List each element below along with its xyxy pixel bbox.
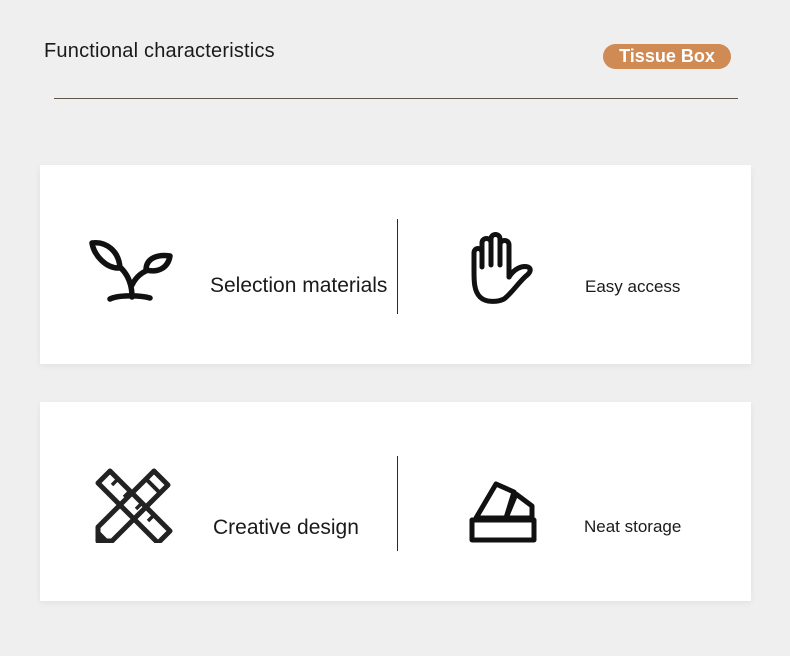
tissue-box-icon [460,474,546,550]
product-tag: Tissue Box [603,44,731,69]
hand-icon [464,231,550,307]
feature-label: Selection materials [210,274,388,297]
card-divider [397,456,398,551]
page-title: Functional characteristics [44,40,275,62]
feature-label: Neat storage [584,517,682,536]
feature-label: Easy access [585,277,681,296]
feature-card-bottom: Creative design Neat storage [40,402,751,601]
pencil-ruler-icon [90,467,176,543]
sprout-icon [88,235,174,311]
header-divider [54,98,738,99]
card-divider [397,219,398,314]
feature-label: Creative design [213,516,359,539]
feature-card-top: Selection materials Easy access [40,165,751,364]
